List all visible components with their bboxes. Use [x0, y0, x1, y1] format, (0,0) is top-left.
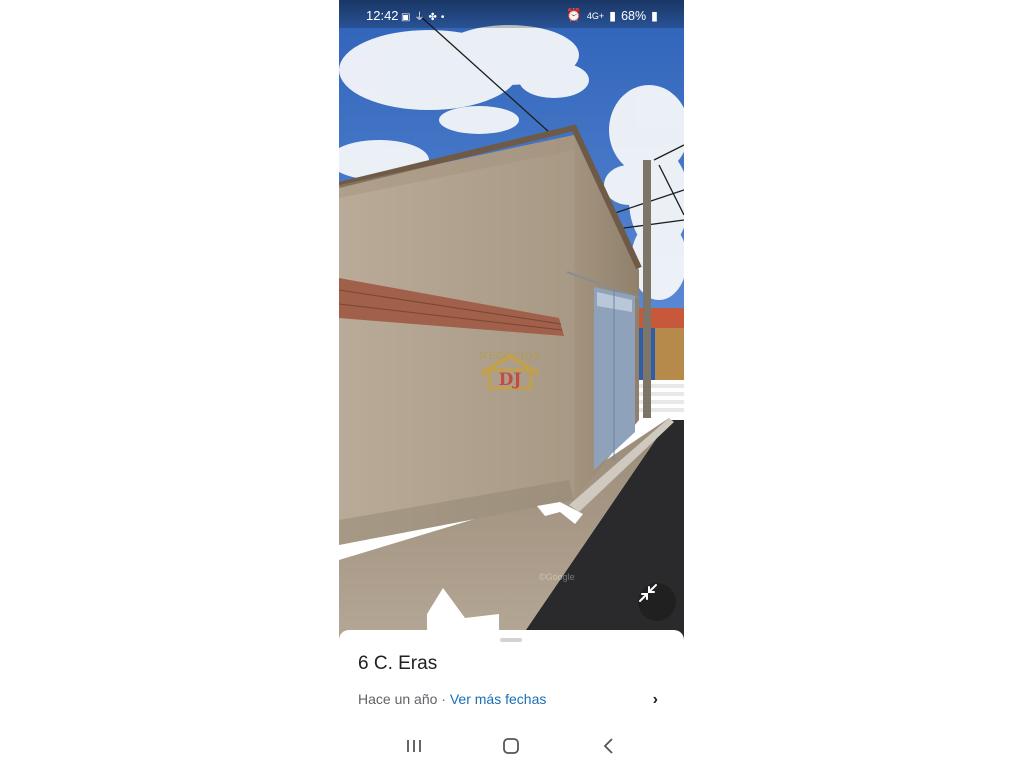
- system-navigation-bar: [339, 728, 684, 764]
- svg-text:DJ: DJ: [499, 370, 522, 390]
- street-view-panorama[interactable]: ©Google DJ NEGOCIOS: [339, 0, 684, 640]
- status-system-icons: ⏰ 4G+ ▮ 68% ▮: [566, 8, 658, 23]
- battery-label: 68%: [621, 8, 647, 23]
- place-title: 6 C. Eras: [358, 653, 438, 674]
- alarm-icon: ⏰: [566, 8, 582, 22]
- back-icon: [603, 738, 613, 754]
- status-time: 12:42: [366, 8, 399, 23]
- status-notification-icons: ▣⏚✤•: [401, 8, 448, 23]
- home-button[interactable]: [501, 734, 521, 763]
- google-copyright: ©Google: [539, 572, 575, 582]
- real-estate-watermark: DJ NEGOCIOS: [477, 352, 543, 412]
- minimize-icon: [639, 584, 657, 602]
- mic-icon: ⏚: [414, 12, 429, 23]
- imagery-date: Hace un año: [358, 691, 438, 707]
- recent-apps-button[interactable]: [404, 734, 424, 763]
- phone-screen: ©Google DJ NEGOCIOS 12:42 ▣⏚✤• ⏰ 4G+ ▮ 6…: [339, 0, 684, 768]
- sheet-drag-handle[interactable]: [500, 638, 522, 642]
- home-icon: [503, 738, 519, 754]
- back-button[interactable]: [599, 734, 619, 763]
- imagery-date-row[interactable]: Hace un año · Ver más fechas ›: [358, 691, 668, 711]
- battery-icon: ▮: [651, 9, 658, 23]
- signal-icon: ▮: [609, 9, 617, 23]
- collapse-view-button[interactable]: [638, 583, 676, 621]
- date-separator: ·: [437, 691, 450, 707]
- chevron-up-icon: [427, 588, 499, 630]
- image-icon: ▣: [401, 12, 415, 23]
- status-bar: 12:42 ▣⏚✤• ⏰ 4G+ ▮ 68% ▮: [339, 0, 684, 28]
- network-4g-icon: 4G+: [586, 10, 605, 21]
- house-logo-icon: DJ: [479, 353, 541, 390]
- chevron-up-icon: [537, 502, 583, 524]
- dot-icon: •: [440, 12, 449, 23]
- street-view-image: [339, 0, 684, 640]
- fan-icon: ✤: [428, 12, 441, 23]
- recent-apps-icon: [407, 740, 421, 752]
- chevron-right-icon[interactable]: ›: [653, 691, 658, 709]
- more-dates-link[interactable]: Ver más fechas: [450, 691, 547, 707]
